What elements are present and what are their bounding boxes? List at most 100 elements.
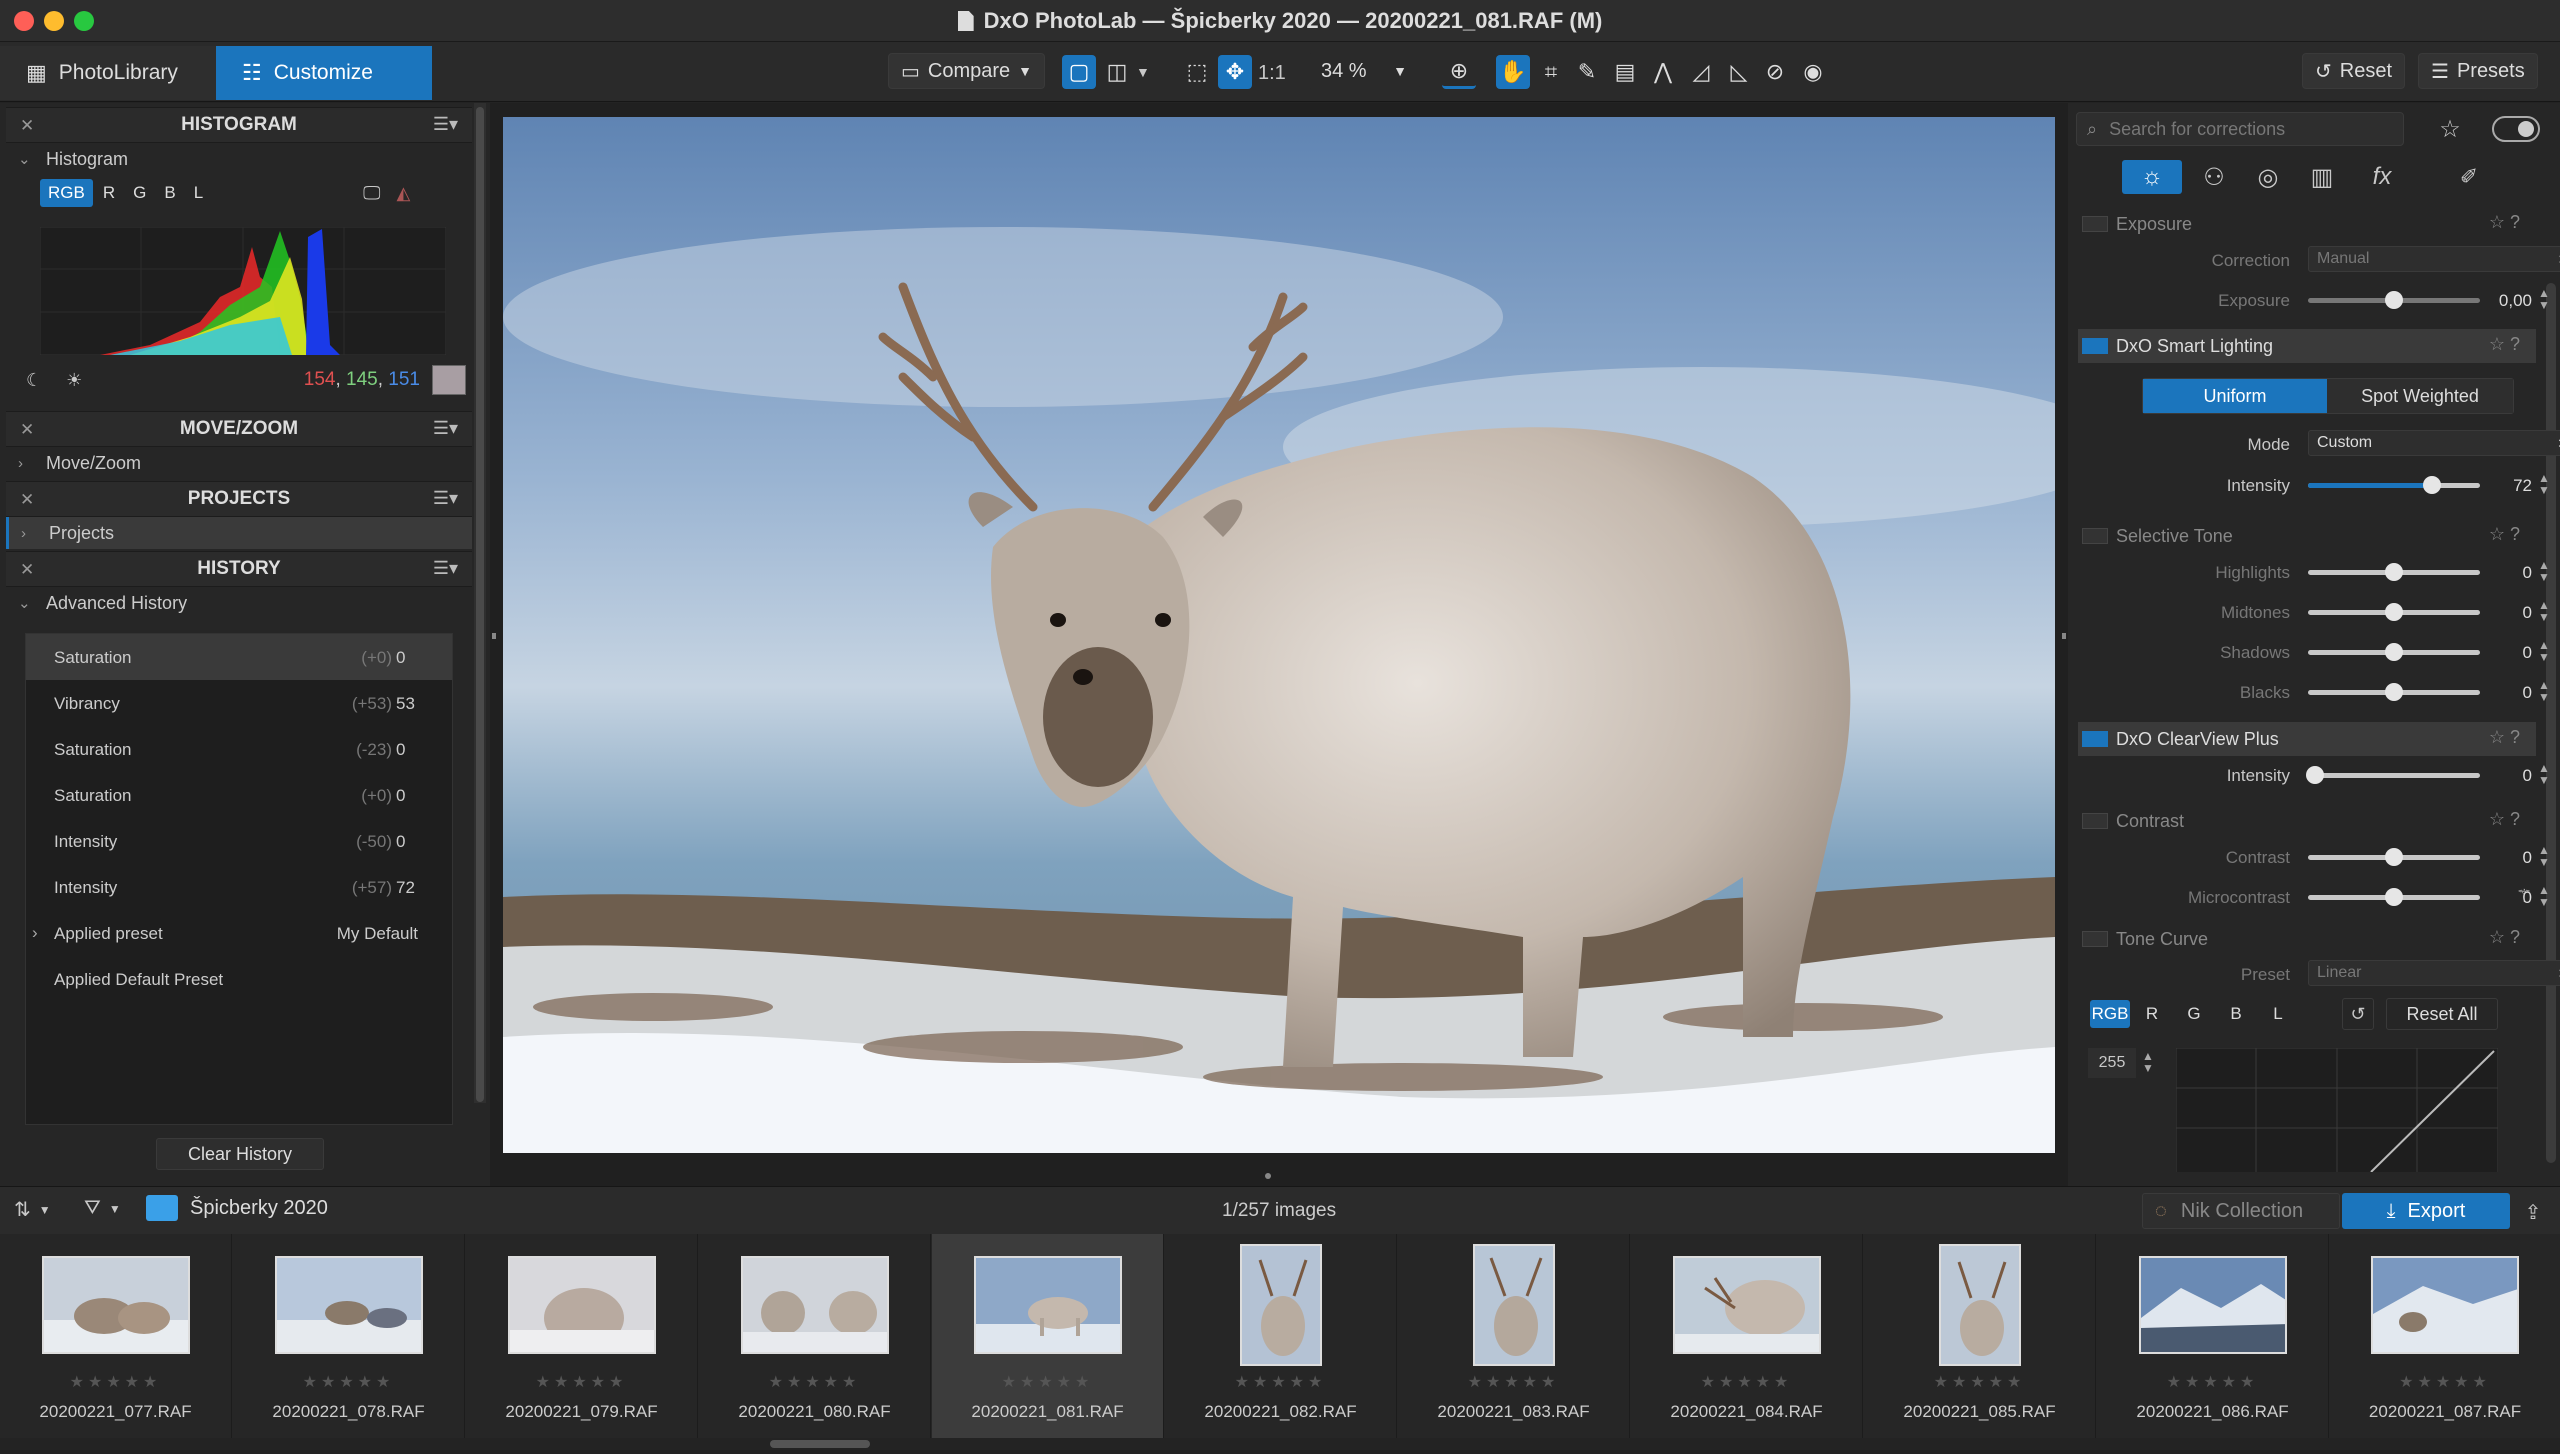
monitor-icon[interactable]: 🖵 bbox=[363, 183, 380, 204]
film-thumbnail[interactable]: ★★★★★ 20200221_082.RAF bbox=[1165, 1234, 1397, 1438]
effects-tab-button[interactable]: fx bbox=[2360, 160, 2404, 194]
search-field[interactable]: ⌕ Search for corrections bbox=[2076, 112, 2404, 146]
zoom-level-select[interactable]: 34 % ▼ bbox=[1308, 53, 1420, 89]
white-balance-picker-button[interactable]: ✎ bbox=[1570, 55, 1604, 89]
history-item[interactable]: Intensity (+57) 72 bbox=[26, 864, 452, 910]
curve-channel-rgb[interactable]: RGB bbox=[2090, 1000, 2130, 1028]
horizon-tool-button[interactable]: ▤ bbox=[1608, 55, 1642, 89]
custom-palette-button[interactable]: ✐ bbox=[2444, 160, 2494, 194]
nik-collection-button[interactable]: ◌ Nik Collection bbox=[2142, 1193, 2340, 1229]
tone-curve-section-header[interactable]: Tone Curve ☆ ? bbox=[2078, 922, 2536, 956]
move-button[interactable]: ✥ bbox=[1218, 55, 1252, 89]
correction-select[interactable]: Manual⇕ bbox=[2308, 246, 2560, 272]
clearview-section-header[interactable]: DxO ClearView Plus ☆ ? bbox=[2078, 722, 2536, 756]
tab-customize[interactable]: ☷ Customize bbox=[216, 46, 432, 100]
star-help-icon[interactable]: ☆ ? bbox=[2489, 524, 2520, 545]
view-menu-chevron-icon[interactable]: ▼ bbox=[1136, 64, 1150, 80]
history-item[interactable]: Saturation (+0) 0 bbox=[26, 634, 452, 680]
advanced-history-subsection[interactable]: ⌄ Advanced History bbox=[6, 587, 472, 619]
auto-wand-icon[interactable]: ⚚ bbox=[2516, 886, 2532, 907]
curve-channel-l[interactable]: L bbox=[2258, 1000, 2298, 1028]
chevron-right-icon[interactable]: › bbox=[32, 923, 38, 943]
geometry-tab-button[interactable]: ▥ bbox=[2300, 160, 2344, 194]
stepper-icon[interactable]: ▲ ▼ bbox=[2538, 639, 2550, 663]
filmstrip-scrollbar[interactable] bbox=[770, 1440, 870, 1448]
smart-lighting-enable-checkbox[interactable] bbox=[2082, 338, 2108, 354]
hand-tool-button[interactable]: ✋ bbox=[1496, 55, 1530, 89]
projects-subsection[interactable]: › Projects bbox=[6, 517, 472, 549]
contrast-enable-checkbox[interactable] bbox=[2082, 813, 2108, 829]
left-panel-scrollbar[interactable] bbox=[474, 103, 486, 1103]
film-thumbnail[interactable]: ★★★★★ 20200221_087.RAF bbox=[2330, 1234, 2560, 1438]
smart-lighting-section-header[interactable]: DxO Smart Lighting ☆ ? bbox=[2078, 329, 2536, 363]
crop-tool-button[interactable]: ⌗ bbox=[1534, 55, 1568, 89]
tab-photolibrary[interactable]: ▦ PhotoLibrary bbox=[0, 46, 216, 100]
film-thumbnail[interactable]: ★★★★★ 20200221_079.RAF bbox=[466, 1234, 698, 1438]
single-view-button[interactable]: ▢ bbox=[1062, 55, 1096, 89]
midtones-slider[interactable] bbox=[2308, 603, 2480, 621]
history-item[interactable]: › Applied preset My Default bbox=[26, 910, 452, 956]
stepper-icon[interactable]: ▲ ▼ bbox=[2538, 599, 2550, 623]
microcontrast-slider[interactable] bbox=[2308, 888, 2480, 906]
movezoom-subsection[interactable]: › Move/Zoom bbox=[6, 447, 472, 479]
one-to-one-button[interactable]: 1:1 bbox=[1258, 62, 1286, 85]
histogram-header[interactable]: ✕ HISTOGRAM ☰▾ bbox=[6, 107, 472, 143]
panel-menu-icon[interactable]: ☰▾ bbox=[433, 558, 458, 579]
panel-menu-icon[interactable]: ☰▾ bbox=[433, 488, 458, 509]
star-help-icon[interactable]: ☆ ? bbox=[2489, 727, 2520, 748]
film-thumbnail[interactable]: ★★★★★ 20200221_077.RAF bbox=[0, 1234, 232, 1438]
zoom-tool-button[interactable]: ⊕ bbox=[1442, 55, 1476, 89]
presets-button[interactable]: ☰ Presets bbox=[2418, 53, 2538, 89]
film-thumbnail[interactable]: ★★★★★ 20200221_084.RAF bbox=[1631, 1234, 1863, 1438]
favorites-star-icon[interactable]: ☆ bbox=[2432, 112, 2468, 146]
split-view-button[interactable]: ◫ bbox=[1100, 55, 1134, 89]
sort-button[interactable]: ⇅ ▼ bbox=[14, 1197, 51, 1222]
repair-tool-button[interactable]: ◺ bbox=[1722, 55, 1756, 89]
star-help-icon[interactable]: ☆ ? bbox=[2489, 334, 2520, 355]
histogram-channel-l[interactable]: L bbox=[186, 179, 211, 207]
detail-tab-button[interactable]: ◎ bbox=[2246, 160, 2290, 194]
stepper-icon[interactable]: ▲ ▼ bbox=[2538, 287, 2550, 311]
right-panel-scrollbar[interactable] bbox=[2546, 283, 2556, 1163]
film-thumbnail[interactable]: ★★★★★ 20200221_078.RAF bbox=[233, 1234, 465, 1438]
close-icon[interactable]: ✕ bbox=[20, 560, 34, 580]
filter-button[interactable]: ⛛ ▼ bbox=[84, 1197, 121, 1220]
compare-button[interactable]: ▭ Compare ▼ bbox=[888, 53, 1046, 89]
film-thumbnail-selected[interactable]: ★★★★★ 20200221_081.RAF bbox=[932, 1234, 1164, 1438]
uniform-button[interactable]: Uniform bbox=[2143, 379, 2327, 413]
export-button[interactable]: ⤓ Export bbox=[2342, 1193, 2510, 1229]
intensity-value[interactable]: 72 bbox=[2482, 476, 2532, 496]
star-help-icon[interactable]: ☆ ? bbox=[2489, 809, 2520, 830]
reset-all-button[interactable]: Reset All bbox=[2386, 998, 2498, 1030]
preview-toggle-button[interactable]: ◉ bbox=[1796, 55, 1830, 89]
star-help-icon[interactable]: ☆ ? bbox=[2489, 212, 2520, 233]
light-tab-button[interactable]: ☼ bbox=[2122, 160, 2182, 194]
toggle-switch[interactable] bbox=[2492, 116, 2540, 142]
film-thumbnail[interactable]: ★★★★★ 20200221_080.RAF bbox=[699, 1234, 931, 1438]
sun-icon[interactable]: ☀ bbox=[66, 370, 82, 391]
local-adjustments-button[interactable]: ◿ bbox=[1684, 55, 1718, 89]
tone-curve-graph[interactable] bbox=[2176, 1048, 2498, 1172]
exposure-slider-knob[interactable] bbox=[2385, 291, 2403, 309]
exposure-enable-checkbox[interactable] bbox=[2082, 216, 2108, 232]
tone-curve-preset-select[interactable]: Linear⇕ bbox=[2308, 960, 2560, 986]
shadows-slider[interactable] bbox=[2308, 643, 2480, 661]
histogram-channel-r[interactable]: R bbox=[95, 179, 123, 207]
film-thumbnail[interactable]: ★★★★★ 20200221_083.RAF bbox=[1398, 1234, 1630, 1438]
history-item[interactable]: Saturation (+0) 0 bbox=[26, 772, 452, 818]
projects-header[interactable]: ✕ PROJECTS ☰▾ bbox=[6, 481, 472, 517]
contrast-section-header[interactable]: Contrast ☆ ? bbox=[2078, 804, 2536, 838]
history-item[interactable]: Intensity (-50) 0 bbox=[26, 818, 452, 864]
highlights-slider[interactable] bbox=[2308, 563, 2480, 581]
stepper-icon[interactable]: ▲ ▼ bbox=[2538, 844, 2550, 868]
blacks-slider[interactable] bbox=[2308, 683, 2480, 701]
close-icon[interactable]: ✕ bbox=[20, 420, 34, 440]
main-photo[interactable] bbox=[503, 117, 2055, 1153]
curve-value-field[interactable]: 255 bbox=[2088, 1048, 2136, 1078]
history-item[interactable]: Vibrancy (+53) 53 bbox=[26, 680, 452, 726]
stepper-icon[interactable]: ▲ ▼ bbox=[2538, 884, 2550, 908]
curve-channel-r[interactable]: R bbox=[2132, 1000, 2172, 1028]
curve-channel-b[interactable]: B bbox=[2216, 1000, 2256, 1028]
exposure-slider[interactable] bbox=[2308, 291, 2480, 309]
clearview-intensity-slider[interactable] bbox=[2306, 766, 2480, 784]
